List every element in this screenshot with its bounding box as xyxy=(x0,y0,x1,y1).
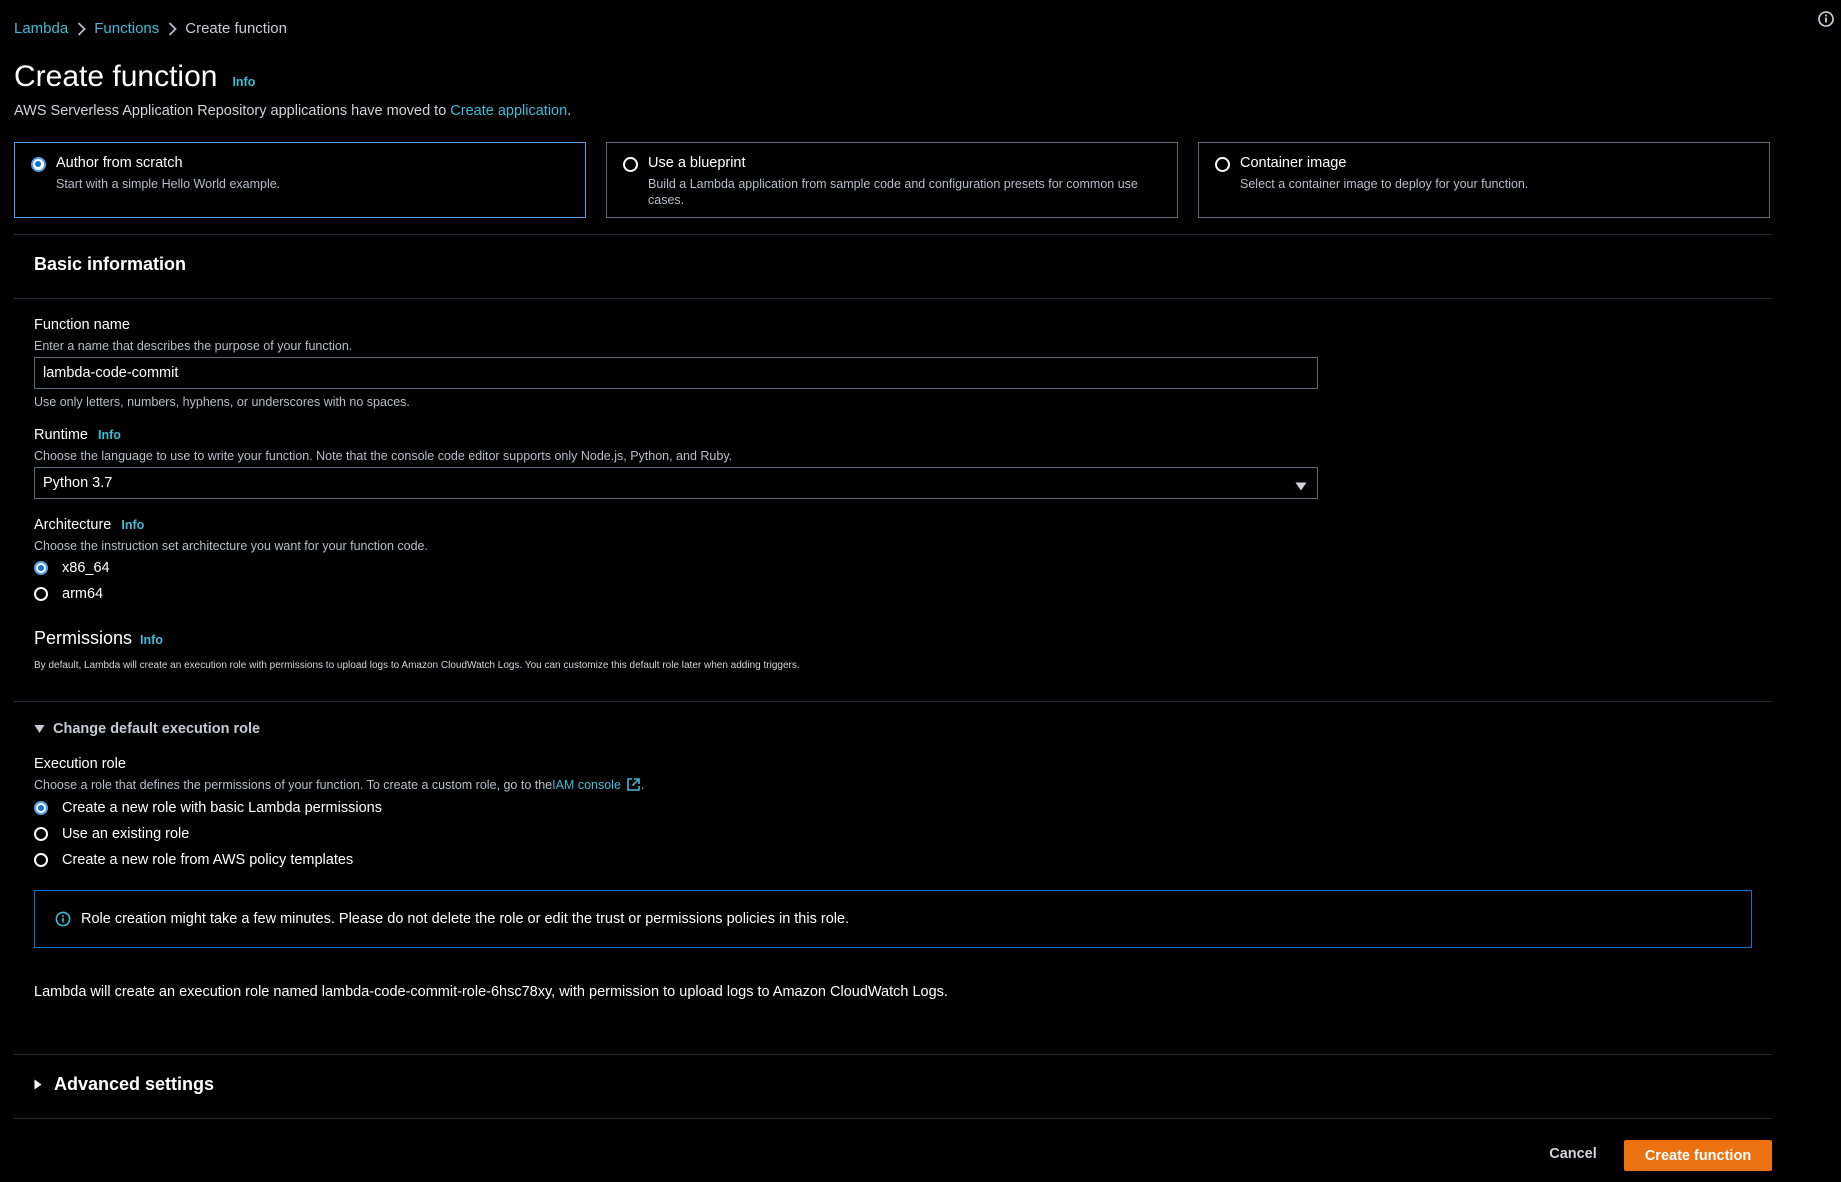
function-name-label: Function name xyxy=(34,317,130,333)
option-container-image[interactable]: Container image Select a container image… xyxy=(1198,142,1770,218)
role-creation-alert: Role creation might take a few minutes. … xyxy=(34,890,1752,948)
radio-unselected[interactable] xyxy=(34,827,48,841)
iam-console-link[interactable]: IAM console xyxy=(552,778,621,792)
create-application-link[interactable]: Create application xyxy=(450,103,567,119)
architecture-info-link[interactable]: Info xyxy=(121,518,144,532)
radio-unselected[interactable] xyxy=(34,587,48,601)
execution-role-option-label: Use an existing role xyxy=(62,826,190,842)
create-function-button[interactable]: Create function xyxy=(1624,1140,1772,1171)
caret-down-icon xyxy=(1295,479,1307,495)
change-execution-role-expander[interactable]: Change default execution role xyxy=(34,721,260,737)
option-title: Author from scratch xyxy=(56,155,183,171)
execution-role-label: Execution role xyxy=(34,756,126,772)
execution-role-desc-text: Choose a role that defines the permissio… xyxy=(34,777,553,792)
radio-selected[interactable] xyxy=(31,157,46,172)
runtime-label: Runtime xyxy=(34,427,88,443)
divider xyxy=(14,298,1772,299)
alert-text: Role creation might take a few minutes. … xyxy=(81,911,850,927)
runtime-info-link[interactable]: Info xyxy=(98,428,121,442)
option-author-from-scratch[interactable]: Author from scratch Start with a simple … xyxy=(14,142,586,218)
function-name-hint: Use only letters, numbers, hyphens, or u… xyxy=(34,395,410,409)
advanced-settings-expander[interactable]: Advanced settings xyxy=(34,1074,214,1095)
option-desc: Select a container image to deploy for y… xyxy=(1240,177,1529,191)
execution-role-option-new-basic[interactable]: Create a new role with basic Lambda perm… xyxy=(34,800,382,816)
creation-options: Author from scratch Start with a simple … xyxy=(14,142,1770,218)
execution-role-note: Lambda will create an execution role nam… xyxy=(34,984,948,1000)
breadcrumb-lambda[interactable]: Lambda xyxy=(14,20,68,37)
divider xyxy=(14,1118,1772,1119)
subtitle-text: AWS Serverless Application Repository ap… xyxy=(14,103,451,119)
external-link-icon[interactable] xyxy=(626,777,641,792)
subtitle-period: . xyxy=(567,103,572,119)
radio-selected[interactable] xyxy=(34,561,48,575)
page-title: Create function xyxy=(14,60,218,93)
permissions-heading-row: Permissions Info xyxy=(34,628,163,649)
caret-down-icon xyxy=(34,721,45,737)
function-name-desc: Enter a name that describes the purpose … xyxy=(34,339,353,353)
execution-role-option-label: Create a new role with basic Lambda perm… xyxy=(62,800,382,816)
info-circle-icon xyxy=(55,911,71,927)
runtime-label-row: Runtime Info xyxy=(34,427,121,443)
execution-role-desc-end: . xyxy=(640,777,645,792)
breadcrumb: Lambda Functions Create function xyxy=(14,20,287,37)
runtime-selected-value: Python 3.7 xyxy=(43,475,113,491)
basic-information-heading: Basic information xyxy=(34,254,187,274)
option-desc: Start with a simple Hello World example. xyxy=(56,177,281,191)
architecture-option-x86-64[interactable]: x86_64 xyxy=(34,560,110,576)
execution-role-option-label: Create a new role from AWS policy templa… xyxy=(62,852,354,868)
runtime-select[interactable]: Python 3.7 xyxy=(34,467,1318,499)
architecture-label: Architecture xyxy=(34,517,112,533)
architecture-option-label: x86_64 xyxy=(62,560,110,576)
permissions-heading: Permissions xyxy=(34,628,133,648)
option-desc: Build a Lambda application from sample c… xyxy=(648,177,1138,207)
advanced-settings-label: Advanced settings xyxy=(54,1074,215,1094)
breadcrumb-current: Create function xyxy=(185,20,287,37)
architecture-label-row: Architecture Info xyxy=(34,517,144,533)
chevron-right-icon xyxy=(68,21,94,36)
radio-unselected[interactable] xyxy=(1215,157,1230,172)
execution-role-option-existing[interactable]: Use an existing role xyxy=(34,826,189,842)
divider xyxy=(14,234,1772,235)
info-link[interactable]: Info xyxy=(232,75,255,89)
expander-label: Change default execution role xyxy=(53,721,261,737)
chevron-right-icon xyxy=(159,21,185,36)
radio-selected[interactable] xyxy=(34,801,48,815)
function-name-input[interactable]: lambda-code-commit xyxy=(34,357,1318,389)
architecture-desc: Choose the instruction set architecture … xyxy=(34,539,428,553)
radio-unselected[interactable] xyxy=(623,157,638,172)
architecture-option-arm64[interactable]: arm64 xyxy=(34,586,103,602)
permissions-info-link[interactable]: Info xyxy=(140,633,163,647)
page-subtitle: AWS Serverless Application Repository ap… xyxy=(14,103,571,119)
cancel-button[interactable]: Cancel xyxy=(1540,1138,1606,1170)
execution-role-option-templates[interactable]: Create a new role from AWS policy templa… xyxy=(34,852,353,868)
caret-right-icon xyxy=(34,1079,42,1090)
option-title: Container image xyxy=(1240,155,1347,171)
permissions-desc: By default, Lambda will create an execut… xyxy=(34,660,800,671)
execution-role-desc: Choose a role that defines the permissio… xyxy=(34,777,644,792)
divider xyxy=(14,1054,1772,1055)
radio-unselected[interactable] xyxy=(34,853,48,867)
breadcrumb-functions[interactable]: Functions xyxy=(94,20,159,37)
page-header: Create function Info xyxy=(14,60,255,94)
option-use-a-blueprint[interactable]: Use a blueprint Build a Lambda applicati… xyxy=(606,142,1178,218)
architecture-option-label: arm64 xyxy=(62,586,104,602)
option-title: Use a blueprint xyxy=(648,155,746,171)
runtime-desc: Choose the language to use to write your… xyxy=(34,449,733,463)
divider xyxy=(14,701,1772,702)
info-circle-icon[interactable] xyxy=(1817,10,1835,31)
